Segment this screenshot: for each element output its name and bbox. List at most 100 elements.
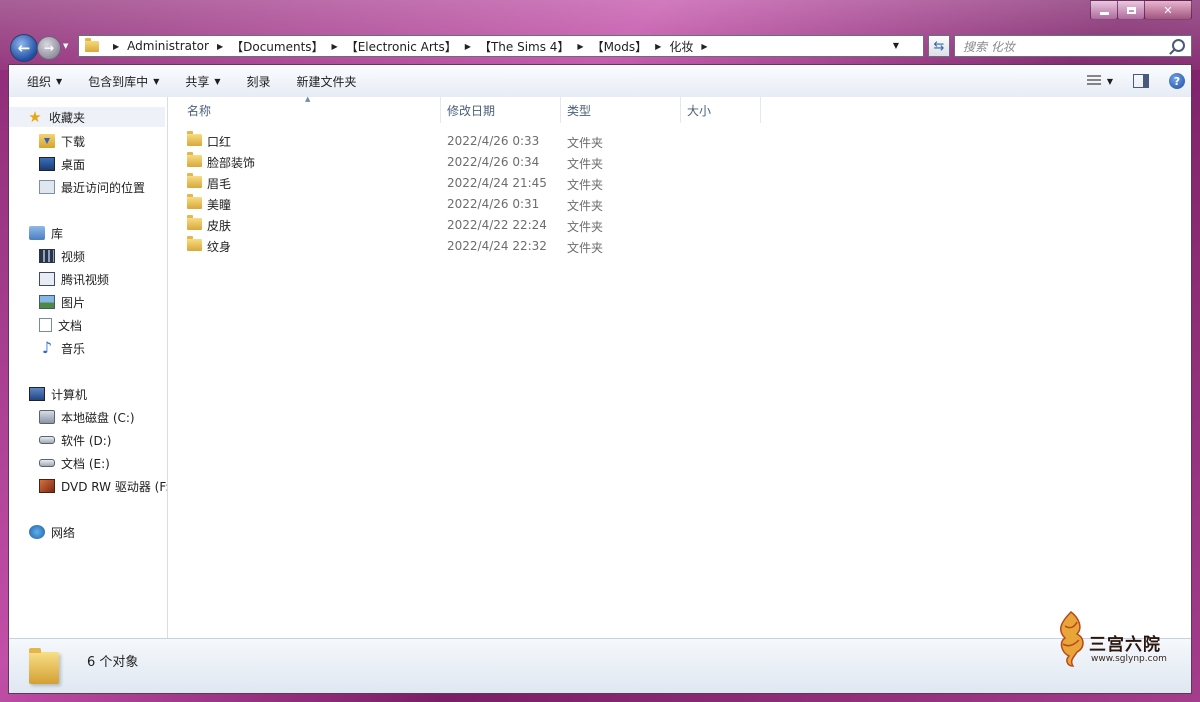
chevron-right-icon[interactable]: ▶	[655, 42, 661, 51]
burn-button[interactable]: 刻录	[231, 65, 281, 97]
chevron-right-icon[interactable]: ▶	[332, 42, 338, 51]
search-icon[interactable]	[1172, 39, 1185, 52]
breadcrumb-the-sims-4[interactable]: 【The Sims 4】	[479, 38, 569, 55]
file-type: 文件夹	[567, 178, 604, 192]
chevron-right-icon[interactable]: ▶	[465, 42, 471, 51]
address-bar[interactable]: ▶ Administrator ▶ 【Documents】 ▶ 【Electro…	[78, 35, 924, 57]
help-icon[interactable]: ?	[1169, 73, 1185, 89]
file-row[interactable]: 脸部装饰 2022/4/26 0:34 文件夹	[168, 152, 788, 173]
change-view-icon[interactable]	[1086, 75, 1101, 87]
breadcrumb-administrator[interactable]: Administrator	[127, 39, 209, 53]
column-header-type[interactable]: 类型	[561, 97, 681, 123]
column-header-date[interactable]: 修改日期	[441, 97, 561, 123]
chevron-right-icon[interactable]: ▶	[217, 42, 223, 51]
tencent-video-icon	[39, 272, 55, 286]
nav-item-label: 软件 (D:)	[61, 433, 112, 448]
folder-icon	[187, 152, 202, 167]
nav-item-label: 音乐	[61, 341, 86, 356]
explorer-window: 组织 ▼ 包含到库中 ▼ 共享 ▼ 刻录 新建文件夹 ▼ ? ★ 收藏夹 下载 …	[8, 64, 1192, 694]
navigation-bar: ← → ▼ ▶ Administrator ▶ 【Documents】 ▶ 【E…	[8, 32, 1192, 62]
nav-item-label: DVD RW 驱动器 (F:	[61, 479, 168, 494]
nav-favorites-label: 收藏夹	[49, 110, 86, 125]
view-options-dropdown[interactable]: ▼	[1107, 77, 1113, 86]
column-header-size[interactable]: 大小	[681, 97, 761, 123]
nav-item-label: 视频	[61, 249, 86, 264]
breadcrumb-documents[interactable]: 【Documents】	[231, 38, 323, 55]
nav-item-drive-e[interactable]: 文档 (E:)	[39, 453, 110, 473]
minimize-button[interactable]	[1090, 0, 1118, 20]
breadcrumb-mods[interactable]: 【Mods】	[592, 38, 648, 55]
column-headers: 名称 ▲ 修改日期 类型 大小	[168, 95, 1191, 123]
burn-label: 刻录	[246, 74, 271, 89]
organize-button[interactable]: 组织 ▼	[9, 65, 72, 97]
breadcrumb-electronic-arts[interactable]: 【Electronic Arts】	[346, 38, 457, 55]
share-button[interactable]: 共享 ▼	[169, 65, 230, 97]
chevron-right-icon[interactable]: ▶	[701, 42, 707, 51]
forward-button[interactable]: →	[37, 36, 61, 60]
back-button[interactable]: ←	[10, 34, 38, 62]
file-row[interactable]: 纹身 2022/4/24 22:32 文件夹	[168, 236, 788, 257]
nav-item-drive-c[interactable]: 本地磁盘 (C:)	[39, 407, 135, 427]
watermark-logo: 三宫六院 www.sglynp.com	[1047, 604, 1177, 674]
file-date: 2022/4/26 0:34	[447, 155, 540, 169]
new-folder-label: 新建文件夹	[296, 74, 357, 89]
nav-favorites[interactable]: ★ 收藏夹	[9, 107, 165, 127]
nav-item-downloads[interactable]: 下载	[39, 131, 85, 151]
folder-icon	[187, 173, 202, 188]
download-folder-icon	[39, 134, 55, 148]
file-row[interactable]: 眉毛 2022/4/24 21:45 文件夹	[168, 173, 788, 194]
refresh-button[interactable]: ⇆	[928, 35, 950, 57]
drive-icon	[39, 459, 55, 467]
file-row[interactable]: 美瞳 2022/4/26 0:31 文件夹	[168, 194, 788, 215]
details-pane: 6 个对象	[9, 638, 1191, 693]
nav-item-dvd-drive[interactable]: DVD RW 驱动器 (F:	[39, 476, 168, 496]
column-size-label: 大小	[687, 103, 712, 118]
dvd-drive-icon	[39, 479, 55, 493]
documents-icon	[39, 318, 52, 332]
nav-item-music[interactable]: ♪ 音乐	[39, 338, 85, 358]
nav-computer[interactable]: 计算机	[29, 384, 87, 404]
nav-libraries[interactable]: 库	[29, 223, 63, 243]
nav-item-tencent-video[interactable]: 腾讯视频	[39, 269, 109, 289]
nav-item-desktop[interactable]: 桌面	[39, 154, 85, 174]
dropdown-arrow-icon: ▼	[214, 76, 221, 86]
close-button[interactable]: ✕	[1144, 0, 1192, 20]
pictures-icon	[39, 295, 55, 309]
chevron-right-icon[interactable]: ▶	[577, 42, 583, 51]
search-input[interactable]: 搜索 化妆	[954, 35, 1192, 57]
file-type: 文件夹	[567, 220, 604, 234]
file-row[interactable]: 皮肤 2022/4/22 22:24 文件夹	[168, 215, 788, 236]
breadcrumb-makeup[interactable]: 化妆	[669, 38, 693, 55]
include-in-library-button[interactable]: 包含到库中 ▼	[72, 65, 169, 97]
star-icon: ★	[28, 108, 42, 126]
nav-item-label: 本地磁盘 (C:)	[61, 410, 135, 425]
chevron-right-icon[interactable]: ▶	[113, 42, 119, 51]
nav-item-drive-d[interactable]: 软件 (D:)	[39, 430, 111, 450]
nav-item-documents[interactable]: 文档	[39, 315, 82, 335]
file-date: 2022/4/26 0:31	[447, 197, 540, 211]
network-icon	[29, 525, 45, 539]
recent-pages-dropdown[interactable]: ▼	[63, 42, 68, 50]
desktop-icon	[39, 157, 55, 171]
sort-ascending-icon: ▲	[305, 95, 311, 103]
nav-item-label: 下载	[61, 134, 86, 149]
file-list: 名称 ▲ 修改日期 类型 大小 口红 2022/4/26 0:33 文件夹 脸部…	[168, 95, 1191, 641]
maximize-button[interactable]	[1117, 0, 1145, 20]
column-header-name[interactable]: 名称 ▲	[168, 95, 441, 123]
nav-item-pictures[interactable]: 图片	[39, 292, 85, 312]
file-name: 纹身	[207, 240, 232, 254]
folder-icon	[187, 236, 202, 251]
system-drive-icon	[39, 410, 55, 424]
file-name: 美瞳	[207, 198, 232, 212]
new-folder-button[interactable]: 新建文件夹	[281, 65, 367, 97]
nav-item-recent-places[interactable]: 最近访问的位置	[39, 177, 145, 197]
file-name: 口红	[207, 135, 232, 149]
preview-pane-icon[interactable]	[1133, 74, 1149, 88]
nav-item-videos[interactable]: 视频	[39, 246, 85, 266]
nav-network-label: 网络	[51, 525, 76, 540]
file-name: 皮肤	[207, 219, 232, 233]
file-row[interactable]: 口红 2022/4/26 0:33 文件夹	[168, 131, 788, 152]
share-label: 共享	[185, 74, 210, 89]
address-history-dropdown[interactable]: ▼	[893, 41, 899, 50]
nav-network[interactable]: 网络	[29, 522, 75, 542]
